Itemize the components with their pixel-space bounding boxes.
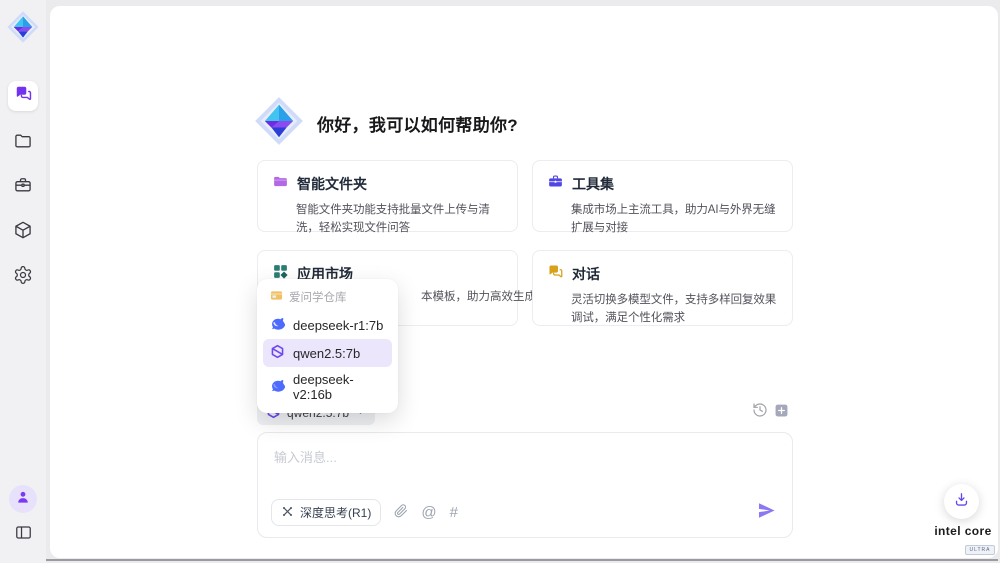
card-desc: 灵活切换多模型文件，支持多样回复效果调试，满足个性化需求 (571, 292, 778, 328)
briefcase-icon (13, 175, 33, 200)
paperclip-icon (394, 504, 408, 521)
smart-folder-icon (272, 173, 289, 195)
deep-think-icon (281, 505, 294, 521)
qwen-icon (270, 344, 285, 362)
repository-icon (270, 289, 283, 305)
dialog-icon (547, 263, 564, 285)
card-smart-folder[interactable]: 智能文件夹 智能文件夹功能支持批量文件上传与清洗，轻松实现文件问答 (257, 160, 518, 232)
intel-ultra-badge: ULTRA (965, 545, 994, 555)
panel-toggle-icon[interactable] (8, 517, 38, 547)
card-toolset[interactable]: 工具集 集成市场上主流工具，助力AI与外界无缝扩展与对接 (532, 160, 793, 232)
card-title: 对话 (572, 264, 600, 284)
composer-toolbar: 深度思考(R1) @ # (271, 499, 777, 526)
user-icon (15, 489, 31, 510)
topic-button[interactable]: # (450, 505, 458, 520)
download-button[interactable] (944, 484, 979, 519)
sidebar-item-toolbox[interactable] (8, 172, 38, 202)
download-icon (953, 491, 970, 513)
sidebar-item-settings[interactable] (8, 262, 38, 292)
composer: 深度思考(R1) @ # (257, 432, 793, 538)
send-button[interactable] (756, 500, 777, 526)
send-icon (756, 500, 777, 526)
model-dropdown-header: 爱问学仓库 (263, 285, 392, 311)
deepseek-icon (270, 316, 285, 334)
sidebar-item-chat[interactable] (8, 81, 38, 111)
gear-icon (13, 265, 33, 290)
toolbox-icon (547, 173, 564, 195)
card-title: 工具集 (572, 174, 614, 194)
sidebar-item-folders[interactable] (8, 128, 38, 158)
greeting: 你好，我可以如何帮助你? (253, 95, 518, 152)
deepseek-icon (270, 378, 285, 396)
card-dialog[interactable]: 对话 灵活切换多模型文件，支持多样回复效果调试，满足个性化需求 (532, 250, 793, 326)
model-option-deepseek-r1[interactable]: deepseek-r1:7b (263, 311, 392, 339)
message-input[interactable] (264, 439, 794, 507)
history-button[interactable] (751, 403, 769, 421)
app-logo-icon (6, 10, 40, 44)
sidebar-item-account[interactable] (9, 485, 37, 513)
deep-think-toggle[interactable]: 深度思考(R1) (271, 499, 381, 526)
cube-icon (13, 220, 33, 245)
sidebar-item-models[interactable] (8, 217, 38, 247)
model-option-deepseek-v2[interactable]: deepseek-v2:16b (263, 367, 392, 407)
new-chat-button[interactable] (772, 404, 790, 422)
model-dropdown: 爱问学仓库 deepseek-r1:7b qwen2.5:7b deepseek… (257, 279, 398, 413)
greeting-text: 你好，我可以如何帮助你? (317, 111, 518, 136)
card-desc: 集成市场上主流工具，助力AI与外界无缝扩展与对接 (571, 202, 778, 238)
mention-button[interactable]: @ (421, 505, 436, 520)
hash-icon: # (450, 505, 458, 520)
model-option-qwen[interactable]: qwen2.5:7b (263, 339, 392, 367)
chat-icon (14, 84, 33, 108)
intel-logo-text: intel core (926, 524, 1000, 538)
sidebar (0, 0, 46, 563)
at-sign-icon: @ (421, 505, 436, 520)
card-desc-visible-fragment: 本模板，助力高效生成多 (421, 288, 548, 304)
plus-square-icon (774, 403, 789, 423)
attach-file-button[interactable] (394, 504, 408, 521)
card-desc: 智能文件夹功能支持批量文件上传与清洗，轻松实现文件问答 (296, 202, 503, 238)
history-icon (752, 402, 768, 423)
card-title: 智能文件夹 (297, 174, 367, 194)
folder-icon (13, 131, 33, 156)
window-bottom-edge (46, 559, 998, 561)
assistant-logo-icon (253, 95, 305, 152)
intel-core-badge: intel core ULTRA (926, 524, 1000, 556)
